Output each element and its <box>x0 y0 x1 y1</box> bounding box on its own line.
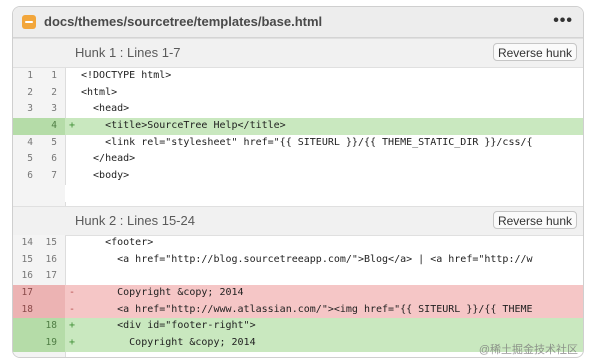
hunk-header: Hunk 1 : Lines 1-7 Reverse hunk <box>13 38 583 68</box>
code-text: <title>SourceTree Help</title> <box>81 120 286 132</box>
code-text: <head> <box>81 103 130 115</box>
new-line-number: 3 <box>51 103 57 115</box>
file-header: docs/themes/sourcetree/templates/base.ht… <box>13 7 583 38</box>
hunk-title: Hunk 2 : Lines 15-24 <box>75 213 195 228</box>
diff-line-added[interactable]: 4 + <title>SourceTree Help</title> <box>13 118 583 135</box>
removed-marker: - <box>69 287 76 299</box>
hunk-lines: 14 15 <footer> 15 16 <a href="http://blo… <box>13 235 583 352</box>
added-marker: + <box>69 120 76 132</box>
diff-line-removed[interactable]: 18 - <a href="http://www.atlassian.com/"… <box>13 301 583 319</box>
old-line-number: 17 <box>21 287 33 299</box>
watermark: @稀土掘金技术社区 <box>478 344 578 356</box>
diff-line[interactable]: 16 17 <box>13 268 583 286</box>
new-line-number: 19 <box>45 337 57 349</box>
hunk-header: Hunk 2 : Lines 15-24 Reverse hunk <box>13 206 583 236</box>
code-text: <div id="footer-right"> <box>81 320 256 332</box>
more-options-icon[interactable]: ••• <box>553 12 573 30</box>
diff-line-removed[interactable]: 17 - Copyright &copy; 2014 <box>13 285 583 302</box>
hunk-lines: 1 1 <!DOCTYPE html> 2 2 <html> 3 3 <head… <box>13 68 583 202</box>
old-line-number: 1 <box>27 70 33 81</box>
code-text: <a href="http://www.atlassian.com/"><img… <box>81 303 533 315</box>
added-marker: + <box>69 337 76 349</box>
gutter-cell <box>13 184 65 202</box>
code-text: Copyright &copy; 2014 <box>81 337 256 349</box>
old-line-number: 6 <box>27 170 33 182</box>
file-path: docs/themes/sourcetree/templates/base.ht… <box>44 14 323 29</box>
diff-line[interactable]: 15 16 <a href="http://blog.sourcetreeapp… <box>13 251 583 269</box>
diff-line[interactable]: 2 2 <html> <box>13 84 583 102</box>
old-line-number: 3 <box>27 103 33 115</box>
diff-line-added[interactable]: 18 + <div id="footer-right"> <box>13 318 583 336</box>
diff-line[interactable]: 6 7 <body> <box>13 168 583 185</box>
diff-line[interactable]: 5 6 </head> <box>13 151 583 169</box>
old-line-number: 16 <box>21 270 33 282</box>
new-line-number: 16 <box>45 253 57 265</box>
new-line-number: 18 <box>45 320 57 332</box>
old-line-number: 15 <box>21 253 33 265</box>
code-text: </head> <box>81 153 136 165</box>
new-line-number: 1 <box>51 70 57 81</box>
new-line-number: 17 <box>45 270 57 282</box>
old-line-number: 5 <box>27 153 33 165</box>
code-text: <!DOCTYPE html> <box>81 70 172 81</box>
diff-line[interactable]: 1 1 <!DOCTYPE html> <box>13 68 583 85</box>
file-icon[interactable] <box>22 15 36 29</box>
code-text: <a href="http://blog.sourcetreeapp.com/"… <box>81 253 533 265</box>
old-line-number: 14 <box>21 237 33 248</box>
code-text: Copyright &copy; 2014 <box>81 287 244 299</box>
reverse-hunk-button[interactable]: Reverse hunk <box>493 211 577 229</box>
diff-spacer <box>13 184 583 202</box>
added-marker: + <box>69 320 76 332</box>
new-line-number: 6 <box>51 153 57 165</box>
diff-panel: docs/themes/sourcetree/templates/base.ht… <box>12 6 584 358</box>
code-text: <body> <box>81 170 130 182</box>
reverse-hunk-button[interactable]: Reverse hunk <box>493 43 577 61</box>
new-line-number: 7 <box>51 170 57 182</box>
new-line-number: 5 <box>51 136 57 148</box>
new-line-number: 2 <box>51 86 57 98</box>
old-line-number: 18 <box>21 303 33 315</box>
code-text: <html> <box>81 86 118 98</box>
old-line-number: 4 <box>27 136 33 148</box>
hunk-title: Hunk 1 : Lines 1-7 <box>75 45 181 60</box>
diff-line[interactable]: 14 15 <footer> <box>13 235 583 252</box>
diff-line[interactable]: 4 5 <link rel="stylesheet" href="{{ SITE… <box>13 134 583 152</box>
new-line-number: 4 <box>51 120 57 132</box>
new-line-number: 15 <box>45 237 57 248</box>
code-text: <footer> <box>81 237 154 248</box>
old-line-number: 2 <box>27 86 33 98</box>
removed-marker: - <box>69 303 76 315</box>
code-text: <link rel="stylesheet" href="{{ SITEURL … <box>81 136 533 148</box>
diff-line[interactable]: 3 3 <head> <box>13 101 583 119</box>
